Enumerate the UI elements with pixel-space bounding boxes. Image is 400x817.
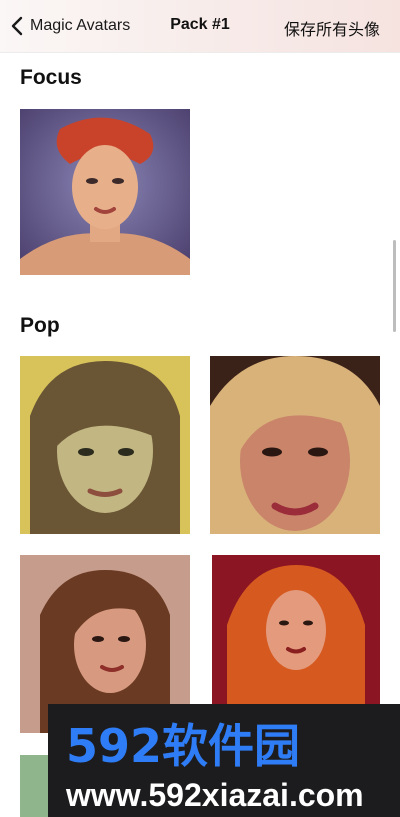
watermark-url: www.592xiazai.com <box>65 777 364 813</box>
avatar-portrait <box>20 109 190 275</box>
avatar-image-pop-1[interactable] <box>20 356 190 534</box>
avatar-portrait <box>20 356 190 534</box>
watermark-logo: 592软件园 www.592xiazai.com <box>65 719 364 813</box>
avatar-portrait <box>210 356 380 534</box>
section-title-pop: Pop <box>20 314 60 337</box>
watermark-brand: 592软件园 <box>66 719 300 773</box>
watermark-banner: 592软件园 www.592xiazai.com <box>48 704 400 817</box>
navigation-bar: Magic Avatars Pack #1 保存所有头像 <box>0 0 400 53</box>
scrollbar[interactable] <box>393 240 396 332</box>
save-all-button[interactable]: 保存所有头像 <box>284 16 380 40</box>
section-title-focus: Focus <box>20 66 82 89</box>
avatar-image-focus-1[interactable] <box>20 109 190 275</box>
avatar-image-pop-2[interactable] <box>210 356 380 534</box>
